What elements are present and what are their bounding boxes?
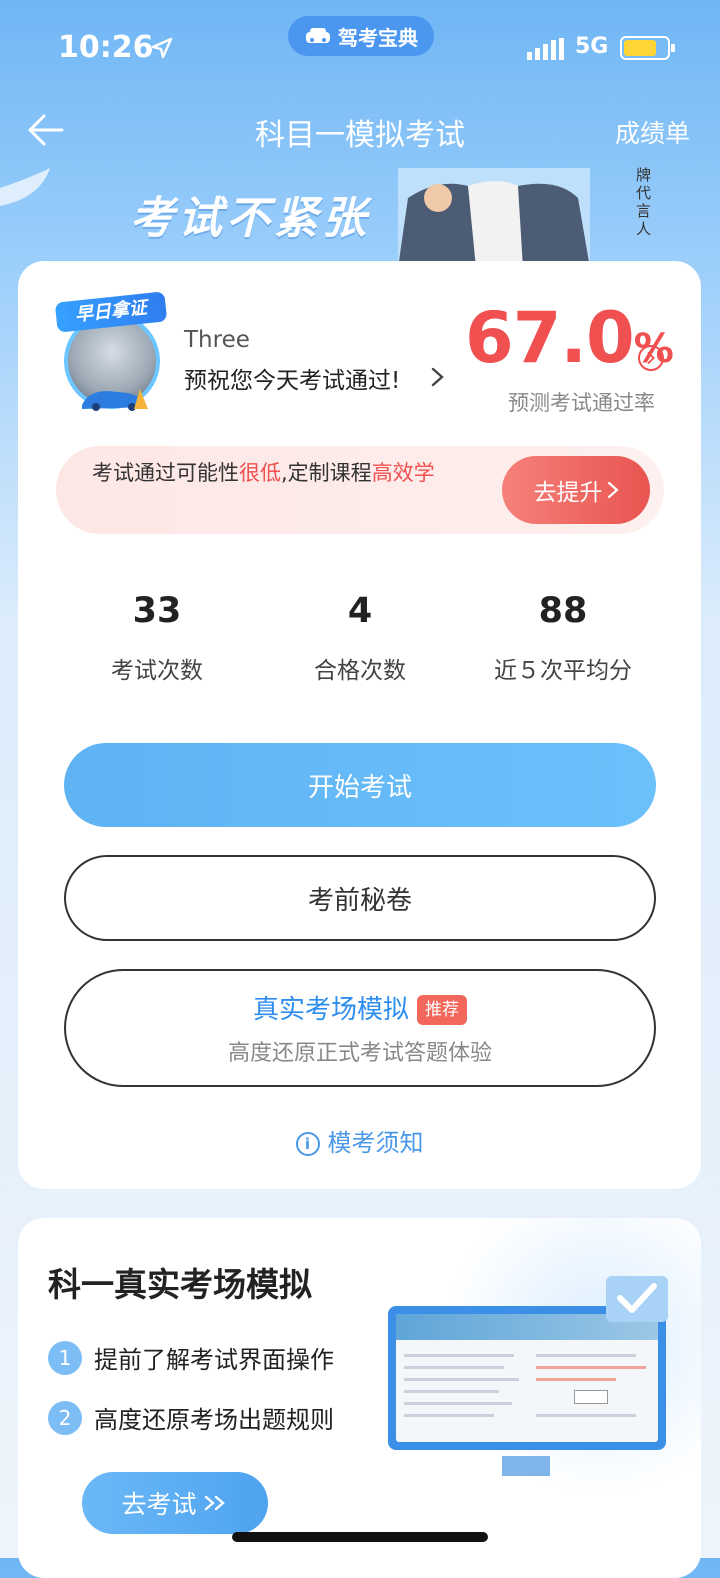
app-pill-label: 驾考宝典 bbox=[338, 25, 418, 50]
stat-average-score: 88 近５次平均分 bbox=[494, 591, 632, 684]
pass-rate-label: 预测考试通过率 bbox=[508, 391, 655, 415]
exam-stats: 33 考试次数 4 合格次数 88 近５次平均分 bbox=[56, 591, 664, 701]
info-icon: i bbox=[295, 1132, 320, 1156]
battery-icon bbox=[620, 36, 675, 60]
app-indicator-pill[interactable]: 驾考宝典 bbox=[288, 16, 434, 56]
pass-probability-alert: 考试通过可能性很低,定制课程高效学 去提升 bbox=[56, 446, 664, 534]
user-wish[interactable]: 预祝您今天考试通过! bbox=[184, 361, 400, 395]
stat-pass-count: 4 合格次数 bbox=[314, 591, 406, 684]
improve-button[interactable]: 去提升 bbox=[502, 456, 650, 524]
clock: 10:26 bbox=[58, 30, 154, 65]
promo-title: 科一真实考场模拟 bbox=[48, 1265, 312, 1304]
chevron-right-icon[interactable] bbox=[430, 365, 446, 389]
status-bar: 10:26 驾考宝典 5G bbox=[0, 0, 720, 96]
score-report-link[interactable]: 成绩单 bbox=[615, 114, 690, 150]
avatar-badge: 早日拿证 bbox=[54, 291, 168, 333]
chevron-right-icon bbox=[607, 481, 619, 499]
network-type: 5G bbox=[575, 34, 609, 59]
car-icon bbox=[82, 389, 148, 411]
user-name: Three bbox=[184, 327, 250, 353]
start-exam-button[interactable]: 开始考试 bbox=[64, 743, 656, 827]
real-exam-title: 真实考场模拟 推荐 bbox=[66, 989, 654, 1026]
go-exam-button[interactable]: 去考试 bbox=[82, 1472, 268, 1534]
check-icon bbox=[606, 1276, 668, 1322]
car-icon bbox=[306, 28, 330, 43]
real-exam-simulation-button[interactable]: 真实考场模拟 推荐 高度还原正式考试答题体验 bbox=[64, 969, 656, 1087]
exam-summary-card: 早日拿证 Three 预祝您今天考试通过! 67.0% 预测考试通过率 考试通过… bbox=[18, 261, 701, 1189]
stat-exam-count: 33 考试次数 bbox=[111, 591, 203, 684]
signal-icon bbox=[527, 38, 564, 60]
banner-slogan: 考试不紧张 bbox=[130, 193, 370, 244]
spokesperson-label: 牌代言人 bbox=[636, 166, 652, 238]
spokesperson-image bbox=[398, 168, 590, 268]
page-title: 科目一模拟考试 bbox=[255, 118, 465, 153]
avatar[interactable]: 早日拿证 bbox=[54, 291, 168, 417]
exam-notice-link[interactable]: i 模考须知 bbox=[18, 1123, 701, 1158]
location-arrow-icon bbox=[151, 37, 173, 59]
double-chevron-icon bbox=[204, 1495, 225, 1511]
chevron-right-icon[interactable] bbox=[638, 345, 664, 371]
alert-text: 考试通过可能性很低,定制课程高效学 bbox=[92, 461, 435, 485]
promo-item: 1 提前了解考试界面操作 bbox=[48, 1340, 334, 1375]
banner-decoration bbox=[0, 168, 50, 206]
real-exam-subtitle: 高度还原正式考试答题体验 bbox=[227, 1041, 492, 1066]
recommend-badge: 推荐 bbox=[417, 995, 467, 1025]
promo-item: 2 高度还原考场出题规则 bbox=[48, 1400, 334, 1435]
home-indicator[interactable] bbox=[232, 1532, 488, 1542]
secret-paper-button[interactable]: 考前秘卷 bbox=[64, 855, 656, 941]
